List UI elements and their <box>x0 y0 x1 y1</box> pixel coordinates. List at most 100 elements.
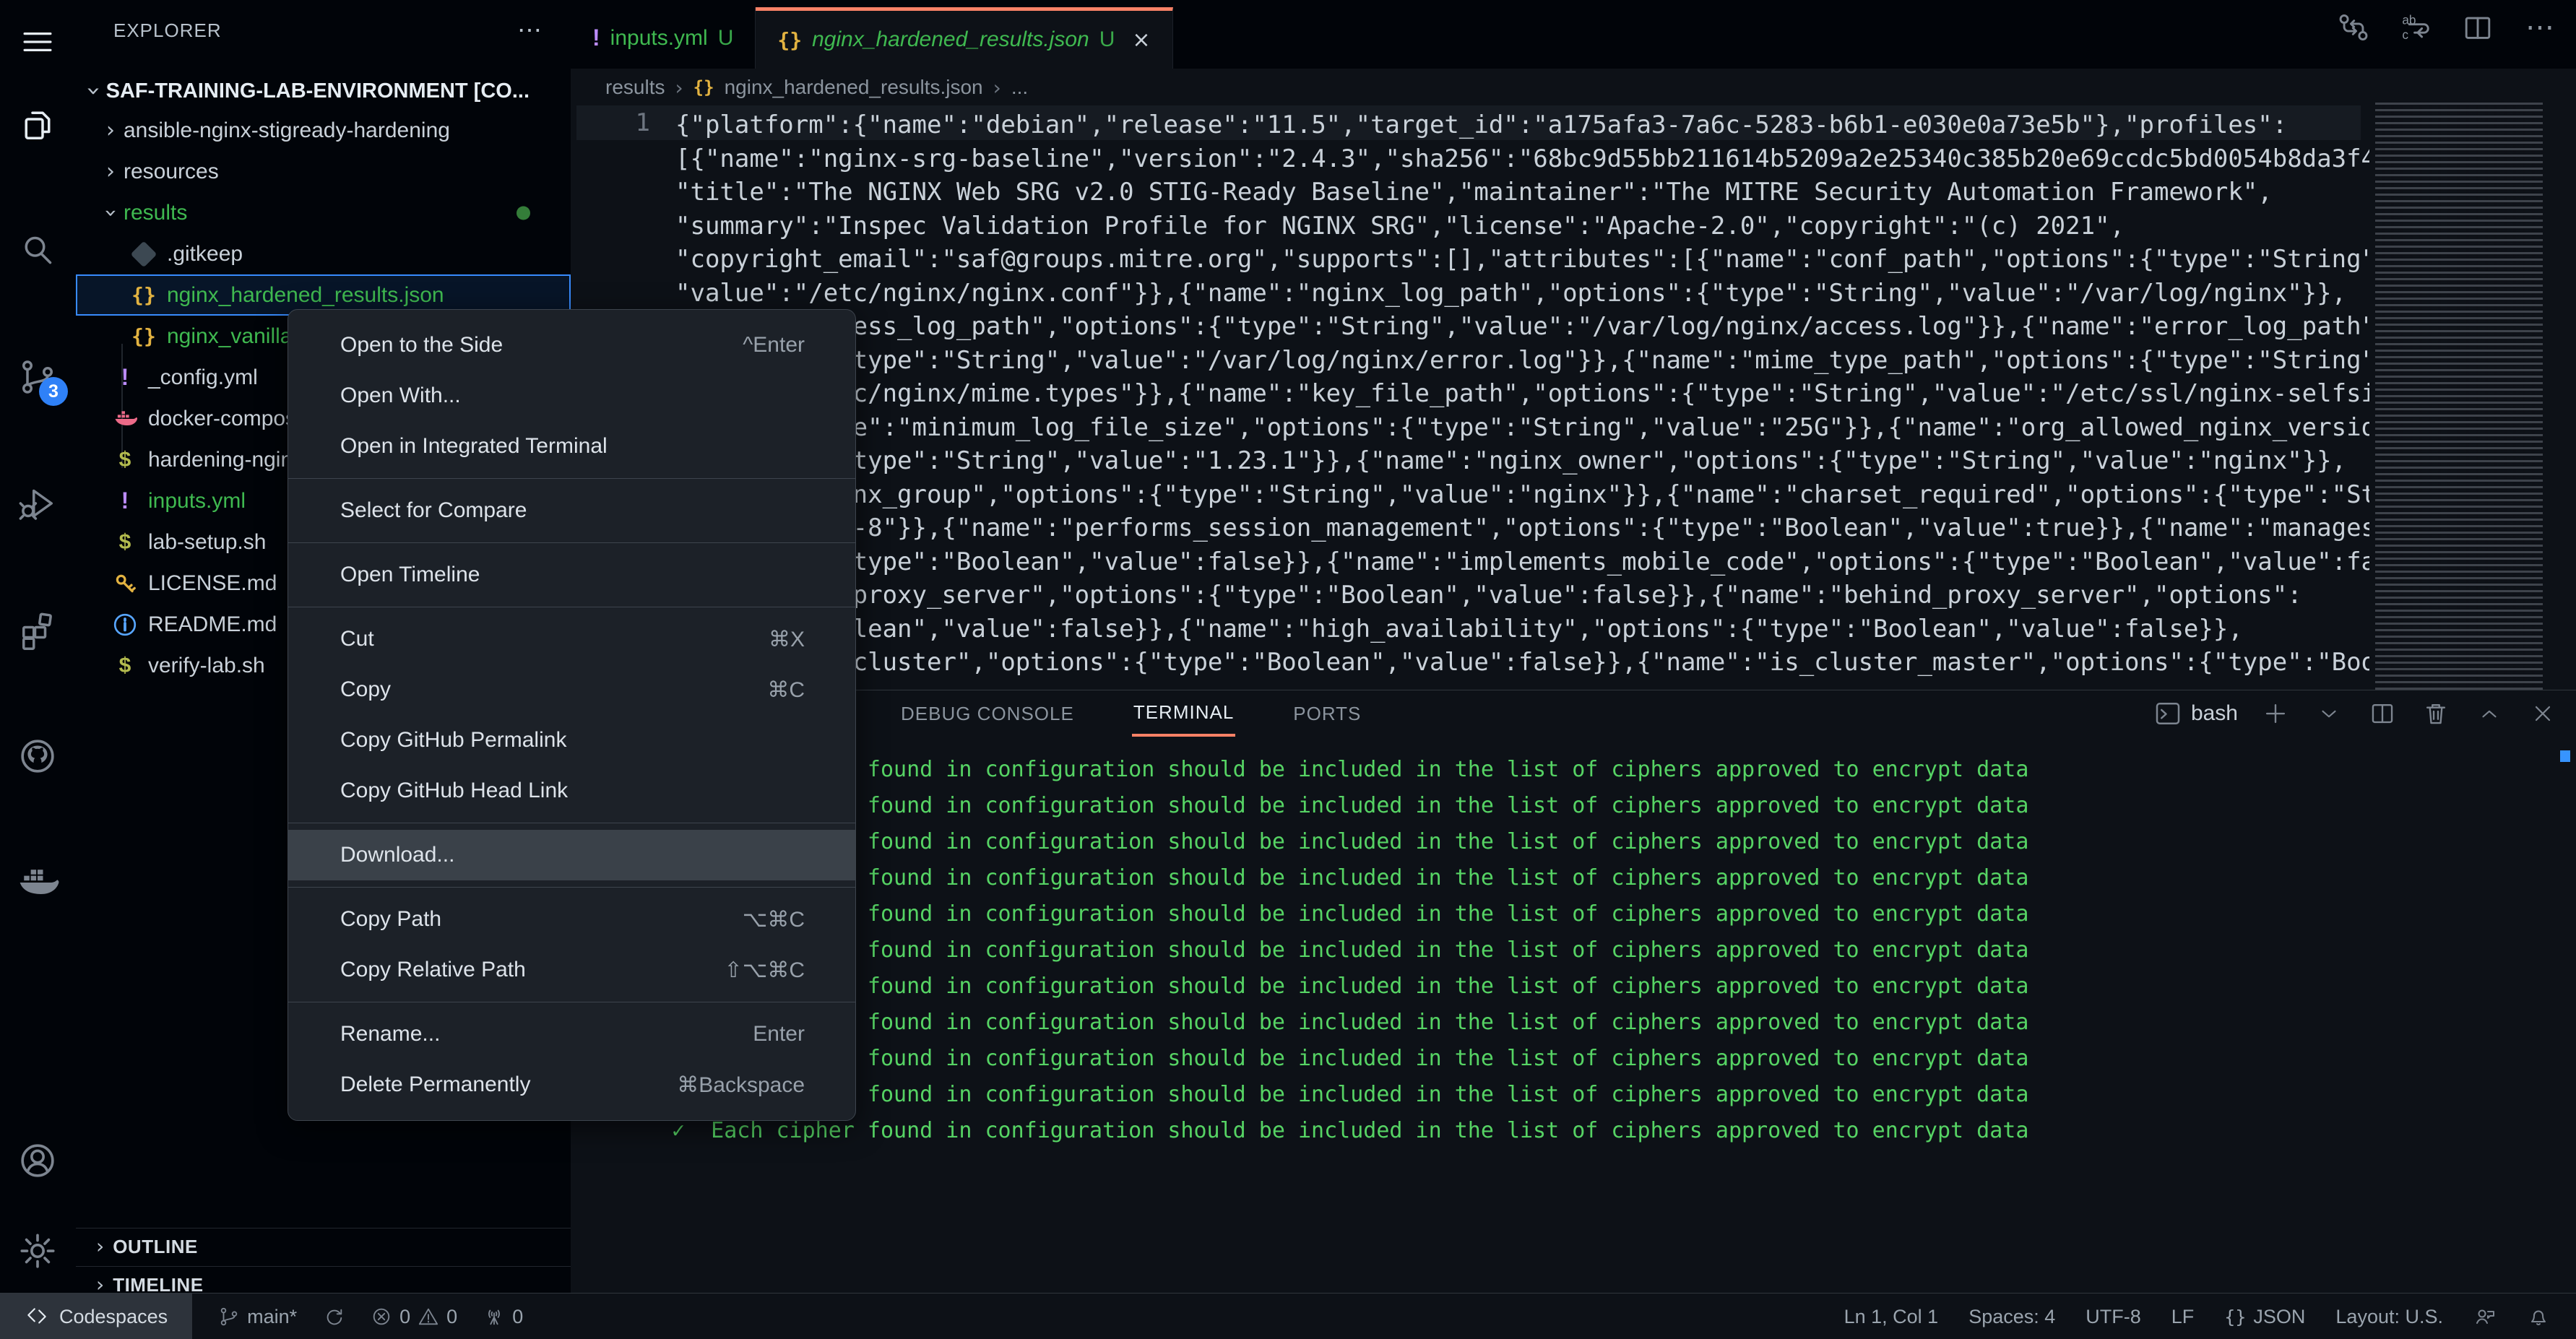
github-icon[interactable] <box>14 733 61 779</box>
json-braces-icon: {} <box>131 283 156 307</box>
search-icon[interactable] <box>14 228 61 274</box>
eol-sequence[interactable]: LF <box>2171 1306 2195 1328</box>
menu-item-open-with[interactable]: Open With... <box>288 370 855 421</box>
cursor-position[interactable]: Ln 1, Col 1 <box>1844 1306 1939 1328</box>
settings-gear-icon[interactable] <box>14 1228 61 1274</box>
chevron-right-icon: › <box>96 1273 105 1296</box>
split-editor-icon[interactable] <box>2460 10 2495 45</box>
chevron-down-icon[interactable] <box>2313 698 2345 729</box>
tab-inputs-yml[interactable]: ! inputs.yml U <box>571 7 756 69</box>
workspace-label: SAF-TRAINING-LAB-ENVIRONMENT [CO... <box>105 79 530 103</box>
menu-icon[interactable] <box>14 19 61 65</box>
panel-actions: bash <box>2153 690 2559 737</box>
terminal-line: ✓ Each cipher found in configuration sho… <box>672 793 2029 818</box>
split-terminal-icon[interactable] <box>2367 698 2398 729</box>
menu-item-open-in-terminal[interactable]: Open in Integrated Terminal <box>288 421 855 472</box>
menu-item-open-timeline[interactable]: Open Timeline <box>288 550 855 600</box>
menu-separator <box>288 478 855 479</box>
modified-dot <box>517 206 530 220</box>
problems-indicator[interactable]: 0 0 <box>371 1306 457 1328</box>
files-icon[interactable] <box>14 101 61 147</box>
chevron-right-icon: › <box>675 75 683 100</box>
branch-indicator[interactable]: main* <box>218 1306 297 1328</box>
close-panel-icon[interactable] <box>2527 698 2559 729</box>
chevron-right-icon: › <box>96 1234 105 1258</box>
line-number: 1 <box>635 108 650 137</box>
terminal-line: ✓ Each cipher found in configuration sho… <box>672 974 2029 999</box>
more-actions-icon[interactable]: ⋯ <box>2523 10 2557 45</box>
extensions-icon[interactable] <box>14 607 61 653</box>
minimap[interactable] <box>2375 103 2543 690</box>
word-wrap-icon[interactable]: ab c <box>2398 10 2433 45</box>
svg-text:c: c <box>2402 27 2408 42</box>
menu-item-copy-github-head-link[interactable]: Copy GitHub Head Link <box>288 766 855 816</box>
open-changes-icon[interactable] <box>2336 10 2371 45</box>
menu-item-download[interactable]: Download... <box>288 830 855 880</box>
terminal-output[interactable]: ✓ Each cipher found in configuration sho… <box>672 752 2028 1149</box>
chevron-down-icon: › <box>98 208 124 217</box>
tree-folder-ansible[interactable]: › ansible-nginx-stigready-hardening <box>76 110 571 151</box>
tab-debug-console[interactable]: DEBUG CONSOLE <box>899 693 1076 735</box>
menu-separator <box>288 542 855 543</box>
info-icon <box>111 612 139 637</box>
menu-item-cut[interactable]: Cut ⌘X <box>288 614 855 664</box>
tree-file-gitkeep[interactable]: .gitkeep <box>76 233 571 274</box>
close-icon[interactable]: × <box>1132 27 1150 53</box>
menu-item-copy[interactable]: Copy ⌘C <box>288 664 855 715</box>
terminal-scrollbar-marker[interactable] <box>2560 750 2570 762</box>
run-debug-icon[interactable] <box>14 480 61 526</box>
chevron-right-icon: › <box>106 117 115 143</box>
shell-dollar-icon: $ <box>118 529 131 554</box>
editor-actions: ab c ⋯ <box>2336 10 2557 45</box>
notifications-bell-icon[interactable] <box>2527 1305 2550 1328</box>
terminal-line: ✓ Each cipher found in configuration sho… <box>672 937 2029 963</box>
docker-icon[interactable] <box>14 859 61 906</box>
encoding[interactable]: UTF-8 <box>2086 1306 2141 1328</box>
source-control-icon[interactable]: 3 <box>14 354 68 406</box>
account-icon[interactable] <box>14 1138 61 1184</box>
menu-item-copy-relative-path[interactable]: Copy Relative Path ⇧⌥⌘C <box>288 945 855 995</box>
shell-selector[interactable]: bash <box>2153 699 2238 728</box>
panel-tabs: DEBUG CONSOLE TERMINAL PORTS <box>899 690 1362 737</box>
yaml-exclamation-icon: ! <box>592 25 600 51</box>
ports-indicator[interactable]: 0 <box>483 1306 523 1328</box>
feedback-icon[interactable] <box>2473 1305 2497 1328</box>
tab-nginx-hardened-results[interactable]: {} nginx_hardened_results.json U × <box>756 7 1173 69</box>
git-branch-icon <box>220 1307 238 1326</box>
tree-folder-resources[interactable]: › resources <box>76 151 571 192</box>
language-mode[interactable]: {} JSON <box>2224 1306 2305 1328</box>
menu-item-delete-permanently[interactable]: Delete Permanently ⌘Backspace <box>288 1060 855 1110</box>
terminal-line: ✓ Each cipher found in configuration sho… <box>672 1082 2029 1107</box>
menu-item-copy-github-permalink[interactable]: Copy GitHub Permalink <box>288 715 855 766</box>
tree-folder-results[interactable]: › results <box>76 192 571 233</box>
remote-indicator[interactable]: Codespaces <box>0 1294 193 1339</box>
workspace-root[interactable]: › SAF-TRAINING-LAB-ENVIRONMENT [CO... <box>76 72 571 110</box>
chevron-right-icon: › <box>993 75 1001 100</box>
add-terminal-icon[interactable] <box>2260 698 2291 729</box>
indentation[interactable]: Spaces: 4 <box>1968 1306 2055 1328</box>
sync-icon <box>327 1309 342 1325</box>
sync-indicator[interactable] <box>323 1306 345 1327</box>
json-braces-icon: {} <box>2224 1306 2247 1327</box>
chevron-up-icon[interactable] <box>2473 698 2505 729</box>
menu-item-copy-path[interactable]: Copy Path ⌥⌘C <box>288 894 855 945</box>
activity-bar: 3 <box>0 0 76 1293</box>
explorer-actions-ellipsis-icon[interactable]: ⋯ <box>517 16 542 45</box>
menu-item-select-for-compare[interactable]: Select for Compare <box>288 485 855 536</box>
warning-icon <box>419 1308 438 1325</box>
outline-section[interactable]: › OUTLINE <box>76 1228 571 1265</box>
tab-ports[interactable]: PORTS <box>1292 693 1362 735</box>
menu-item-open-to-side[interactable]: Open to the Side ^Enter <box>288 320 855 370</box>
tab-terminal[interactable]: TERMINAL <box>1131 691 1236 737</box>
yaml-exclamation-icon: ! <box>121 488 129 514</box>
terminal-line: ✓ Each cipher found in configuration sho… <box>672 1118 2029 1143</box>
menu-item-rename[interactable]: Rename... Enter <box>288 1009 855 1060</box>
docker-whale-icon <box>111 406 139 432</box>
chevron-down-icon: › <box>79 86 108 96</box>
breadcrumb[interactable]: results › {} nginx_hardened_results.json… <box>605 72 1028 103</box>
keyboard-layout[interactable]: Layout: U.S. <box>2335 1306 2443 1328</box>
code-editor[interactable]: 1 {"platform":{"name":"debian","release"… <box>571 103 2576 690</box>
context-menu: Open to the Side ^Enter Open With... Open… <box>288 309 856 1121</box>
terminal-line: ✓ Each cipher found in configuration sho… <box>672 757 2029 782</box>
trash-icon[interactable] <box>2420 698 2452 729</box>
